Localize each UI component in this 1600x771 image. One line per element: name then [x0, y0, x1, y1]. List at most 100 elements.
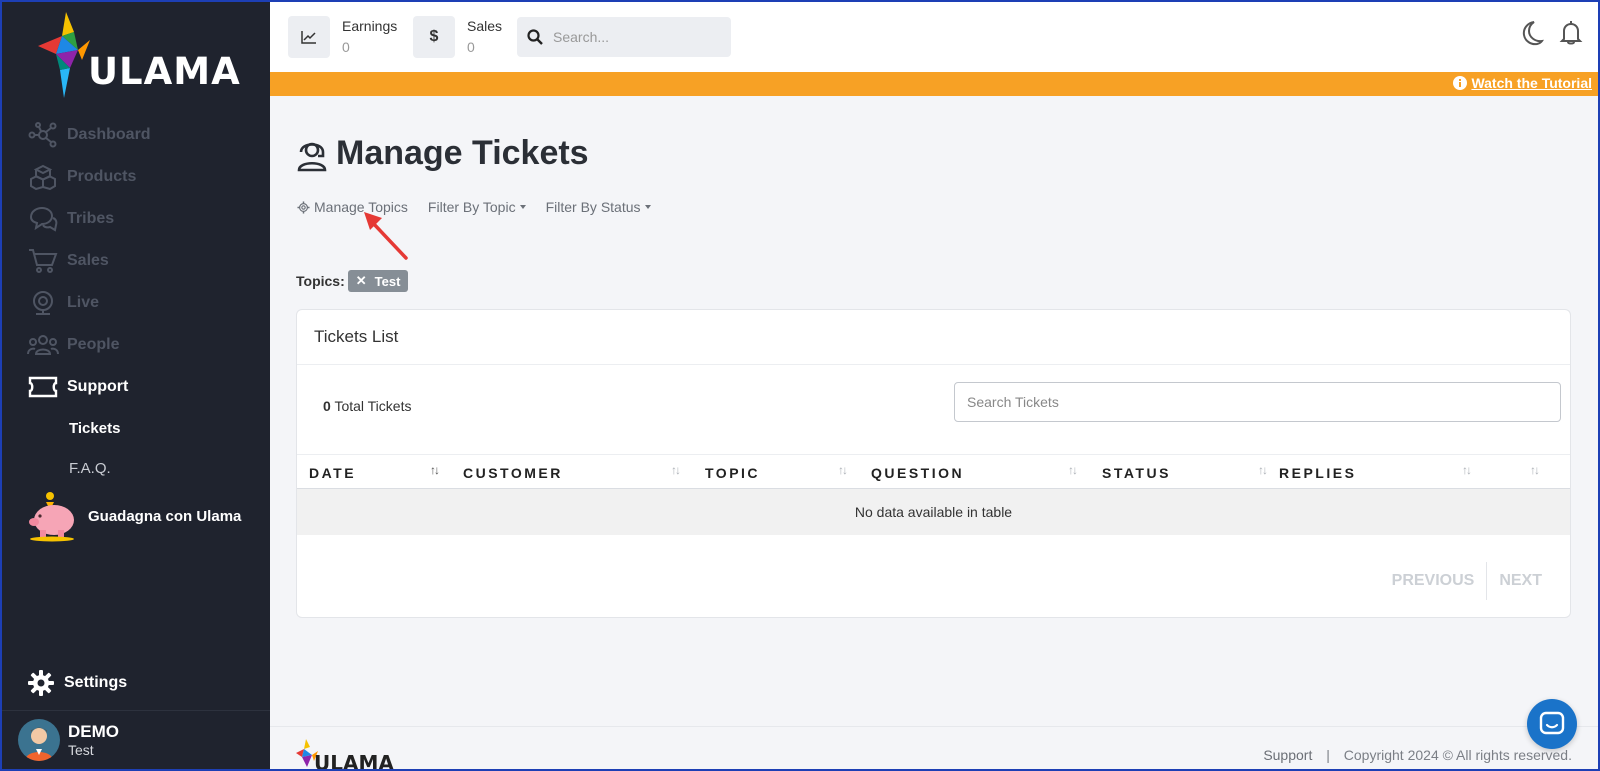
sidebar-item-people[interactable]: People [0, 324, 270, 366]
brand-name: ULAMA [88, 50, 241, 93]
dark-mode-moon-icon[interactable] [1518, 20, 1544, 46]
boxes-icon [27, 163, 59, 191]
sidebar-item-label: Support [67, 378, 129, 395]
settings-label: Settings [64, 674, 128, 691]
user-name: DEMO [68, 722, 119, 741]
user-role: Test [68, 742, 94, 758]
global-search[interactable] [517, 17, 731, 57]
support-agent-icon [297, 142, 327, 171]
page-title-text: Manage Tickets [336, 134, 589, 172]
sidebar-item-label: People [67, 336, 120, 353]
sort-icon[interactable]: ↑↓ [1530, 463, 1540, 477]
earnings-label: Earnings [342, 18, 398, 34]
ticket-icon [27, 373, 59, 401]
sort-icon[interactable]: ↑↓ [1068, 463, 1078, 477]
bell-icon[interactable] [1558, 20, 1584, 46]
footer-logo: ULAMA [294, 737, 394, 771]
network-icon [27, 121, 59, 149]
tickets-card: Tickets List 0 Total Tickets DATE ↑↓ CUS… [296, 309, 1571, 618]
topic-chip[interactable]: ✕ Test [347, 270, 409, 292]
sidebar-item-support[interactable]: Support [0, 366, 270, 408]
next-button[interactable]: NEXT [1499, 572, 1542, 590]
sidebar: ULAMA Dashboard Products Tribes Sales Li… [0, 0, 270, 771]
filter-topic-label: Filter By Topic [427, 199, 516, 215]
footer-right: Support | Copyright 2024 © All rights re… [1263, 747, 1572, 763]
bird-logo-icon [38, 12, 90, 98]
column-date[interactable]: DATE [309, 455, 356, 490]
total-count: 0 [323, 398, 331, 414]
topics-filter: Topics: ✕ Test [296, 270, 409, 292]
footer-separator: | [1326, 747, 1330, 763]
close-icon[interactable]: ✕ [356, 273, 367, 289]
sort-icon[interactable]: ↑↓ [1462, 463, 1472, 477]
chat-icon [1539, 711, 1565, 735]
filter-by-status-dropdown[interactable]: Filter By Status [546, 199, 651, 215]
filter-by-topic-dropdown[interactable]: Filter By Topic [428, 199, 526, 215]
tutorial-banner: Watch the Tutorial [270, 72, 1600, 96]
avatar [18, 719, 60, 761]
promo-earn-link[interactable]: Guadagna con Ulama [26, 490, 241, 542]
earnings-stat[interactable]: Earnings 0 [288, 16, 397, 58]
filter-status-label: Filter By Status [545, 199, 641, 215]
topics-label: Topics: [296, 273, 345, 289]
dollar-icon: $ [413, 16, 455, 58]
table-header: DATE ↑↓ CUSTOMER ↑↓ TOPIC ↑↓ QUESTION ↑↓… [297, 454, 1570, 489]
footer: ULAMA Support | Copyright 2024 © All rig… [270, 726, 1600, 771]
sidebar-nav: Dashboard Products Tribes Sales Live Peo… [0, 114, 270, 488]
sidebar-item-settings[interactable]: Settings [28, 670, 127, 696]
sidebar-item-products[interactable]: Products [0, 156, 270, 198]
gear-icon [297, 200, 310, 214]
sidebar-item-label: Tribes [67, 210, 115, 227]
column-customer[interactable]: CUSTOMER [463, 455, 563, 490]
footer-brand-name: ULAMA [314, 751, 394, 771]
caret-down-icon [644, 205, 651, 209]
table-empty-row: No data available in table [297, 489, 1570, 535]
caret-down-icon [519, 205, 526, 209]
sales-value: 0 [467, 39, 475, 55]
previous-button[interactable]: PREVIOUS [1392, 572, 1475, 590]
divider [0, 710, 270, 711]
sort-icon[interactable]: ↑↓ [838, 463, 848, 477]
chat-bubbles-icon [27, 205, 59, 233]
sort-icon[interactable]: ↑↓ [671, 463, 681, 477]
chat-launcher-button[interactable] [1527, 699, 1577, 749]
column-topic[interactable]: TOPIC [705, 455, 760, 490]
sidebar-item-dashboard[interactable]: Dashboard [0, 114, 270, 156]
search-input[interactable] [553, 29, 713, 45]
column-question[interactable]: QUESTION [871, 455, 964, 490]
column-status[interactable]: STATUS [1102, 455, 1171, 490]
sidebar-item-sales[interactable]: Sales [0, 240, 270, 282]
piggy-bank-icon [29, 492, 74, 542]
sales-label: Sales [467, 18, 503, 34]
topic-chip-label: Test [374, 273, 401, 289]
sort-icon[interactable]: ↑↓ [1258, 463, 1268, 477]
ticket-toolbar: Manage Topics Filter By Topic Filter By … [297, 199, 671, 215]
user-profile[interactable]: DEMO Test [18, 719, 119, 761]
watch-tutorial-label: Watch the Tutorial [1471, 75, 1592, 91]
sidebar-item-tribes[interactable]: Tribes [0, 198, 270, 240]
total-label: Total Tickets [334, 398, 412, 414]
chart-line-icon [288, 16, 330, 58]
sidebar-item-label: Dashboard [67, 126, 151, 143]
search-icon [527, 29, 543, 45]
footer-support-link[interactable]: Support [1263, 747, 1312, 763]
sidebar-item-live[interactable]: Live [0, 282, 270, 324]
sort-icon[interactable]: ↑↓ [430, 463, 440, 477]
sales-stat[interactable]: $ Sales 0 [413, 16, 502, 58]
earnings-value: 0 [342, 39, 350, 55]
footer-copyright: Copyright 2024 © All rights reserved. [1343, 747, 1572, 763]
sidebar-subitem-faq[interactable]: F.A.Q. [0, 448, 270, 488]
column-replies[interactable]: REPLIES [1279, 455, 1356, 490]
annotation-arrow-icon [364, 212, 408, 260]
sidebar-item-label: Products [67, 168, 137, 185]
sidebar-subitem-tickets[interactable]: Tickets [0, 408, 270, 448]
bird-logo-icon: ULAMA [296, 739, 394, 771]
watch-tutorial-link[interactable]: Watch the Tutorial [1453, 75, 1592, 91]
topbar: Earnings 0 $ Sales 0 [270, 0, 1600, 72]
webcam-icon [27, 289, 59, 317]
card-title: Tickets List [297, 310, 1570, 365]
promo-label: Guadagna con Ulama [88, 507, 242, 525]
total-tickets: 0 Total Tickets [323, 398, 411, 414]
brand-logo[interactable]: ULAMA [34, 10, 244, 102]
search-tickets-input[interactable] [954, 382, 1561, 422]
